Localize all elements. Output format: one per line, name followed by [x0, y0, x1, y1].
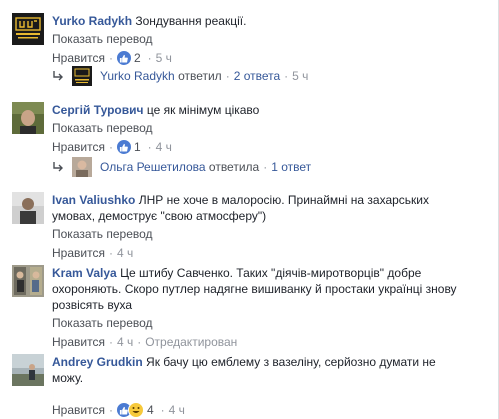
separator-dot: ·	[137, 335, 142, 349]
reply-author[interactable]: Ольга Решетилова	[100, 159, 206, 175]
separator-dot: ·	[108, 140, 113, 154]
translate-link[interactable]: Показать перевод	[52, 31, 457, 47]
separator-dot: ·	[147, 51, 152, 65]
separator-dot: ·	[160, 403, 165, 417]
replies-link[interactable]: Ольга Решетилова ответила · 1 ответ	[52, 157, 311, 177]
reply-author[interactable]: Yurko Radykh	[100, 68, 175, 84]
reply-arrow-icon	[53, 71, 63, 81]
separator-dot: ·	[147, 140, 152, 154]
translate-link[interactable]: Показать перевод	[52, 315, 457, 331]
reaction-count: 2	[133, 51, 141, 65]
reply-avatar	[72, 66, 92, 86]
separator-dot: ·	[263, 160, 268, 174]
avatar[interactable]	[12, 13, 44, 45]
timestamp[interactable]: 5 ч	[156, 50, 172, 66]
like-link[interactable]: Нравится	[52, 139, 105, 155]
comment-author[interactable]: Ivan Valiushko	[52, 193, 135, 207]
reply-action: ответил	[178, 69, 222, 83]
avatar[interactable]	[12, 102, 44, 134]
like-link[interactable]: Нравится	[52, 334, 105, 350]
timestamp[interactable]: 4 ч	[156, 139, 172, 155]
edited-label[interactable]: Отредактирован	[145, 334, 237, 350]
translate-link[interactable]: Показать перевод	[52, 226, 457, 242]
like-link[interactable]: Нравится	[52, 402, 105, 418]
translate-link[interactable]: Показать перевод	[52, 120, 457, 136]
thumbs-up-icon	[116, 140, 131, 154]
comment-author[interactable]: Yurko Radykh	[52, 14, 132, 28]
avatar[interactable]	[12, 354, 44, 386]
reply-arrow-icon	[53, 162, 63, 172]
timestamp: 5 ч	[292, 69, 309, 83]
timestamp[interactable]: 4 ч	[117, 245, 133, 261]
comment-author[interactable]: Сергій Турович	[52, 103, 143, 117]
thumbs-up-icon	[116, 51, 131, 65]
reactions-summary[interactable]: 1	[116, 139, 141, 155]
reaction-count: 1	[133, 140, 141, 154]
comment-author[interactable]: Kram Valya	[52, 266, 117, 280]
separator-dot: ·	[108, 246, 113, 260]
avatar[interactable]	[12, 192, 44, 224]
comment-text: Зондування реакції.	[135, 14, 247, 28]
timestamp[interactable]: 4 ч	[117, 334, 133, 350]
reply-action: ответила	[208, 160, 260, 174]
separator-dot: ·	[225, 69, 230, 83]
separator-dot: ·	[284, 69, 289, 83]
comment-text: це як мінімум цікаво	[146, 103, 260, 117]
replies-link[interactable]: Yurko Radykh ответил · 2 ответа · 5 ч	[52, 66, 308, 86]
reply-avatar	[72, 157, 92, 177]
reactions-summary[interactable]: 4	[116, 402, 154, 418]
separator-dot: ·	[108, 335, 113, 349]
avatar[interactable]	[12, 265, 44, 297]
reactions-summary[interactable]: 2	[116, 50, 141, 66]
reply-count[interactable]: 1 ответ	[271, 159, 311, 175]
haha-icon	[127, 402, 144, 418]
comment-author[interactable]: Andrey Grudkin	[52, 355, 143, 369]
reply-count[interactable]: 2 ответа	[234, 68, 280, 84]
timestamp[interactable]: 4 ч	[169, 402, 185, 418]
separator-dot: ·	[108, 51, 113, 65]
like-link[interactable]: Нравится	[52, 50, 105, 66]
like-link[interactable]: Нравится	[52, 245, 105, 261]
reaction-count: 4	[146, 403, 154, 417]
separator-dot: ·	[108, 403, 113, 417]
